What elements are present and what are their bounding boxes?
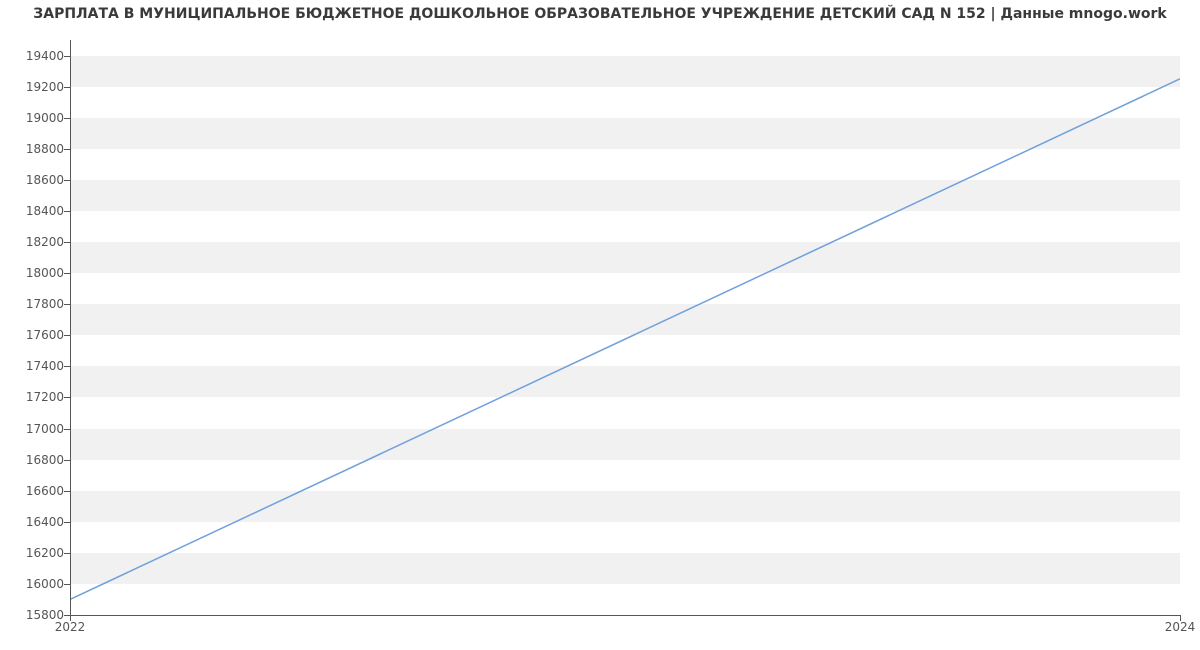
y-tick-label: 16800: [4, 453, 64, 467]
y-tick-label: 18200: [4, 235, 64, 249]
y-tick-mark: [64, 460, 70, 461]
y-axis-line: [70, 40, 71, 615]
y-tick-mark: [64, 180, 70, 181]
chart-title: ЗАРПЛАТА В МУНИЦИПАЛЬНОЕ БЮДЖЕТНОЕ ДОШКО…: [0, 6, 1200, 22]
y-tick-mark: [64, 397, 70, 398]
y-tick-label: 17800: [4, 297, 64, 311]
y-tick-mark: [64, 304, 70, 305]
y-tick-mark: [64, 149, 70, 150]
y-tick-label: 18400: [4, 204, 64, 218]
x-axis-line: [70, 615, 1180, 616]
y-tick-label: 16000: [4, 577, 64, 591]
x-tick-mark: [70, 615, 71, 621]
plot-inner: [70, 40, 1180, 615]
x-tick-label: 2024: [1165, 620, 1196, 634]
y-tick-mark: [64, 584, 70, 585]
y-tick-mark: [64, 522, 70, 523]
y-tick-label: 17400: [4, 359, 64, 373]
x-tick-mark: [1180, 615, 1181, 621]
y-tick-mark: [64, 242, 70, 243]
y-tick-label: 18800: [4, 142, 64, 156]
chart-container: ЗАРПЛАТА В МУНИЦИПАЛЬНОЕ БЮДЖЕТНОЕ ДОШКО…: [0, 0, 1200, 650]
y-tick-label: 16600: [4, 484, 64, 498]
y-tick-mark: [64, 335, 70, 336]
y-tick-mark: [64, 553, 70, 554]
y-tick-label: 19000: [4, 111, 64, 125]
y-tick-label: 19400: [4, 49, 64, 63]
y-tick-mark: [64, 211, 70, 212]
y-tick-label: 16400: [4, 515, 64, 529]
y-tick-mark: [64, 429, 70, 430]
y-tick-label: 18600: [4, 173, 64, 187]
plot-area: [70, 40, 1180, 615]
y-tick-label: 16200: [4, 546, 64, 560]
y-tick-label: 17600: [4, 328, 64, 342]
y-tick-label: 17200: [4, 390, 64, 404]
y-tick-mark: [64, 87, 70, 88]
y-tick-label: 19200: [4, 80, 64, 94]
y-tick-mark: [64, 56, 70, 57]
y-tick-mark: [64, 491, 70, 492]
y-tick-mark: [64, 118, 70, 119]
y-tick-label: 18000: [4, 266, 64, 280]
y-tick-mark: [64, 273, 70, 274]
series-line: [70, 79, 1180, 600]
x-tick-label: 2022: [55, 620, 86, 634]
y-tick-mark: [64, 366, 70, 367]
line-layer: [70, 40, 1180, 615]
y-tick-label: 17000: [4, 422, 64, 436]
